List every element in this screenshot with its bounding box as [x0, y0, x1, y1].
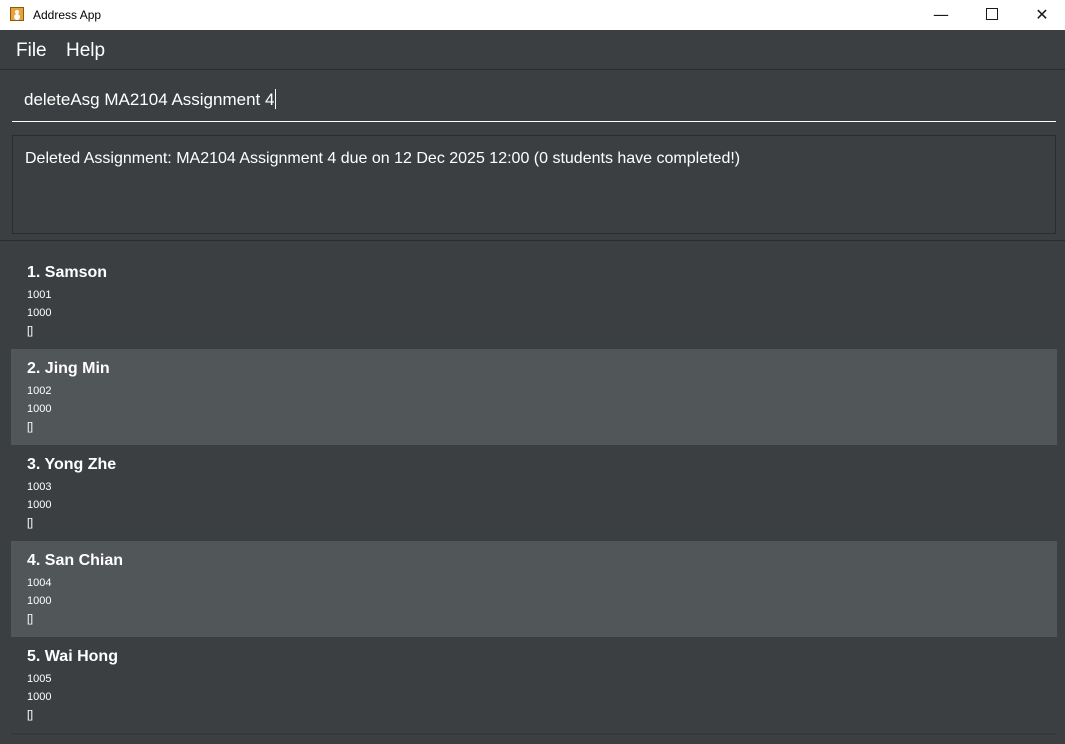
- menu-help[interactable]: Help: [66, 40, 105, 62]
- student-assignments: []: [27, 517, 34, 529]
- student-detail: 1005: [27, 673, 52, 685]
- maximize-button[interactable]: [969, 0, 1015, 30]
- result-message: Deleted Assignment: MA2104 Assignment 4 …: [25, 150, 741, 167]
- divider: [0, 240, 1065, 241]
- student-detail: 1000: [27, 499, 52, 511]
- close-button[interactable]: ✕: [1019, 0, 1065, 30]
- student-detail: 1001: [27, 289, 52, 301]
- command-input[interactable]: deleteAsg MA2104 Assignment 4: [24, 89, 277, 111]
- title-bar: Address App — ✕: [0, 0, 1065, 30]
- menu-file[interactable]: File: [16, 40, 47, 62]
- command-box[interactable]: deleteAsg MA2104 Assignment 4: [12, 78, 1056, 122]
- student-name: 3. Yong Zhe: [27, 456, 117, 473]
- student-name: 5. Wai Hong: [27, 648, 118, 665]
- student-card[interactable]: 2. Jing Min 1002 1000 []: [11, 349, 1057, 445]
- student-assignments: []: [27, 325, 34, 337]
- student-assignments: []: [27, 709, 34, 721]
- minimize-button[interactable]: —: [918, 0, 964, 30]
- app-icon: [10, 7, 24, 21]
- student-detail: 1000: [27, 595, 52, 607]
- student-name: 4. San Chian: [27, 552, 124, 569]
- student-detail: 1004: [27, 577, 52, 589]
- command-text: deleteAsg MA2104 Assignment 4: [24, 90, 275, 109]
- student-assignments: []: [27, 421, 34, 433]
- window-title: Address App: [33, 8, 102, 22]
- student-card[interactable]: 3. Yong Zhe 1003 1000 []: [11, 445, 1057, 541]
- student-detail: 1003: [27, 481, 52, 493]
- student-name: 1. Samson: [27, 264, 108, 281]
- student-card[interactable]: 5. Wai Hong 1005 1000 []: [11, 637, 1057, 733]
- student-card[interactable]: 4. San Chian 1004 1000 []: [11, 541, 1057, 637]
- student-name: 2. Jing Min: [27, 360, 110, 377]
- text-caret: [275, 89, 277, 109]
- student-detail: 1002: [27, 385, 52, 397]
- student-card[interactable]: 1. Samson 1001 1000 []: [11, 253, 1057, 349]
- student-list[interactable]: 1. Samson 1001 1000 [] 2. Jing Min 1002 …: [11, 253, 1057, 735]
- maximize-icon: [986, 8, 998, 20]
- student-detail: 1000: [27, 307, 52, 319]
- result-display: Deleted Assignment: MA2104 Assignment 4 …: [12, 135, 1056, 234]
- menu-bar: File Help: [0, 30, 1065, 70]
- student-detail: 1000: [27, 691, 52, 703]
- student-detail: 1000: [27, 403, 52, 415]
- student-assignments: []: [27, 613, 34, 625]
